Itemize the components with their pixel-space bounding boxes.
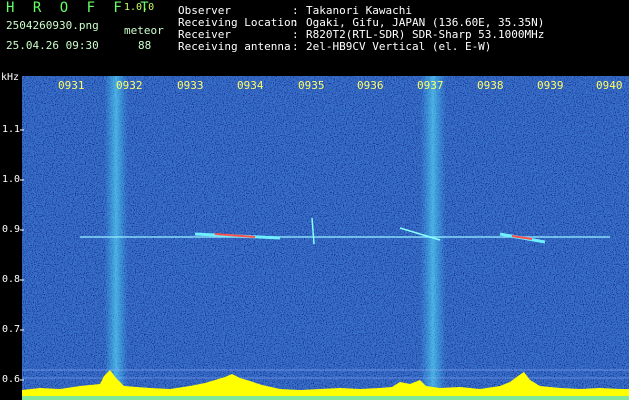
noise-band-2 [420,76,446,390]
y-tick-label: 1.1 [2,124,21,135]
y-axis-unit: kHz [1,72,20,83]
x-tick-label: 0933 [177,79,204,92]
x-tick-label: 0939 [537,79,564,92]
y-tick-label: 0.6 [2,374,21,385]
x-tick-label: 0937 [417,79,444,92]
x-tick-label: 0940 [596,79,623,92]
y-tick-label: 0.8 [2,274,21,285]
spectrogram-plot [20,76,629,400]
y-tick-label: 0.9 [2,224,21,235]
x-tick-label: 0931 [58,79,85,92]
y-tick-label: 1.0 [2,174,21,185]
x-tick-label: 0938 [477,79,504,92]
x-tick-label: 0935 [298,79,325,92]
x-tick-label: 0934 [237,79,264,92]
x-tick-label: 0932 [116,79,143,92]
y-tick-label: 0.7 [2,324,21,335]
noise-band-1 [104,76,128,390]
x-tick-label: 0936 [357,79,384,92]
